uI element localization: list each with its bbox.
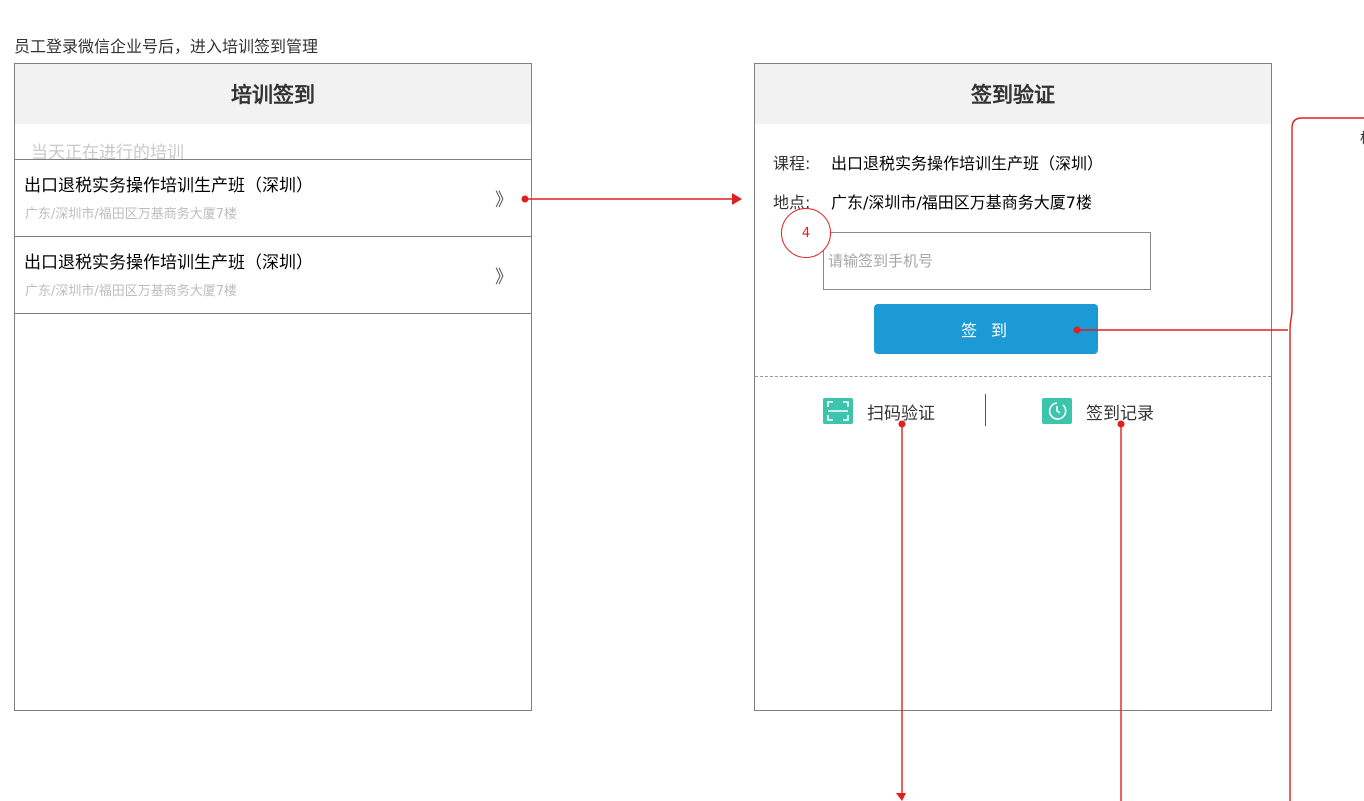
prototype-canvas: 员工登录微信企业号后，进入培训签到管理 培训签到 当天正在进行的培训 出口退税实… bbox=[0, 0, 1364, 801]
screen-title: 培训签到 bbox=[231, 83, 315, 107]
location-row: 地点: 广东/深圳市/福田区万基商务大厦7楼 bbox=[773, 189, 1092, 213]
training-address: 广东/深圳市/福田区万基商务大厦7楼 bbox=[25, 284, 238, 299]
training-list-item[interactable]: 出口退税实务操作培训生产班（深圳） 广东/深圳市/福田区万基商务大厦7楼 》 bbox=[15, 236, 531, 314]
annotation-marker: 4 bbox=[781, 208, 831, 258]
course-label: 课程: bbox=[773, 154, 811, 173]
page-caption: 员工登录微信企业号后，进入培训签到管理 bbox=[14, 37, 319, 56]
arrow-head bbox=[732, 193, 742, 205]
arrow-head bbox=[896, 793, 906, 801]
scan-verify-label: 扫码验证 bbox=[867, 403, 935, 424]
screen-header: 培训签到 bbox=[15, 64, 531, 124]
signin-record-label: 签到记录 bbox=[1086, 403, 1154, 424]
training-title: 出口退税实务操作培训生产班（深圳） bbox=[24, 253, 313, 273]
scan-verify-action[interactable]: 扫码验证 bbox=[823, 398, 935, 424]
screen-title: 签到验证 bbox=[971, 83, 1055, 107]
chevron-right-icon[interactable]: 》 bbox=[495, 263, 513, 289]
dashed-divider bbox=[755, 376, 1271, 377]
location-value: 广东/深圳市/福田区万基商务大厦7楼 bbox=[831, 193, 1092, 212]
signin-button[interactable]: 签到 bbox=[874, 304, 1098, 354]
training-list-item[interactable]: 出口退税实务操作培训生产班（深圳） 广东/深圳市/福田区万基商务大厦7楼 》 bbox=[15, 159, 531, 236]
training-address: 广东/深圳市/福田区万基商务大厦7楼 bbox=[25, 207, 238, 222]
chevron-right-icon[interactable]: 》 bbox=[495, 186, 513, 212]
screen-header: 签到验证 bbox=[755, 64, 1271, 124]
signin-record-action[interactable]: 签到记录 bbox=[1042, 398, 1154, 424]
phone-input[interactable] bbox=[823, 232, 1151, 290]
action-separator bbox=[985, 394, 986, 426]
training-title: 出口退税实务操作培训生产班（深圳） bbox=[24, 176, 313, 196]
signin-verify-screen: 签到验证 课程: 出口退税实务操作培训生产班（深圳） 地点: 广东/深圳市/福田区万… bbox=[754, 63, 1272, 711]
annotation-bracket bbox=[1289, 117, 1364, 801]
signin-button-label: 签到 bbox=[960, 321, 1021, 340]
clock-icon bbox=[1042, 398, 1072, 424]
training-signin-screen: 培训签到 当天正在进行的培训 出口退税实务操作培训生产班（深圳） 广东/深圳市/… bbox=[14, 63, 532, 711]
course-row: 课程: 出口退税实务操作培训生产班（深圳） bbox=[773, 150, 1103, 174]
annotation-side-text: 标 注 开 者 bbox=[1360, 128, 1364, 150]
course-value: 出口退税实务操作培训生产班（深圳） bbox=[831, 154, 1104, 173]
scan-frame-icon bbox=[823, 398, 853, 424]
